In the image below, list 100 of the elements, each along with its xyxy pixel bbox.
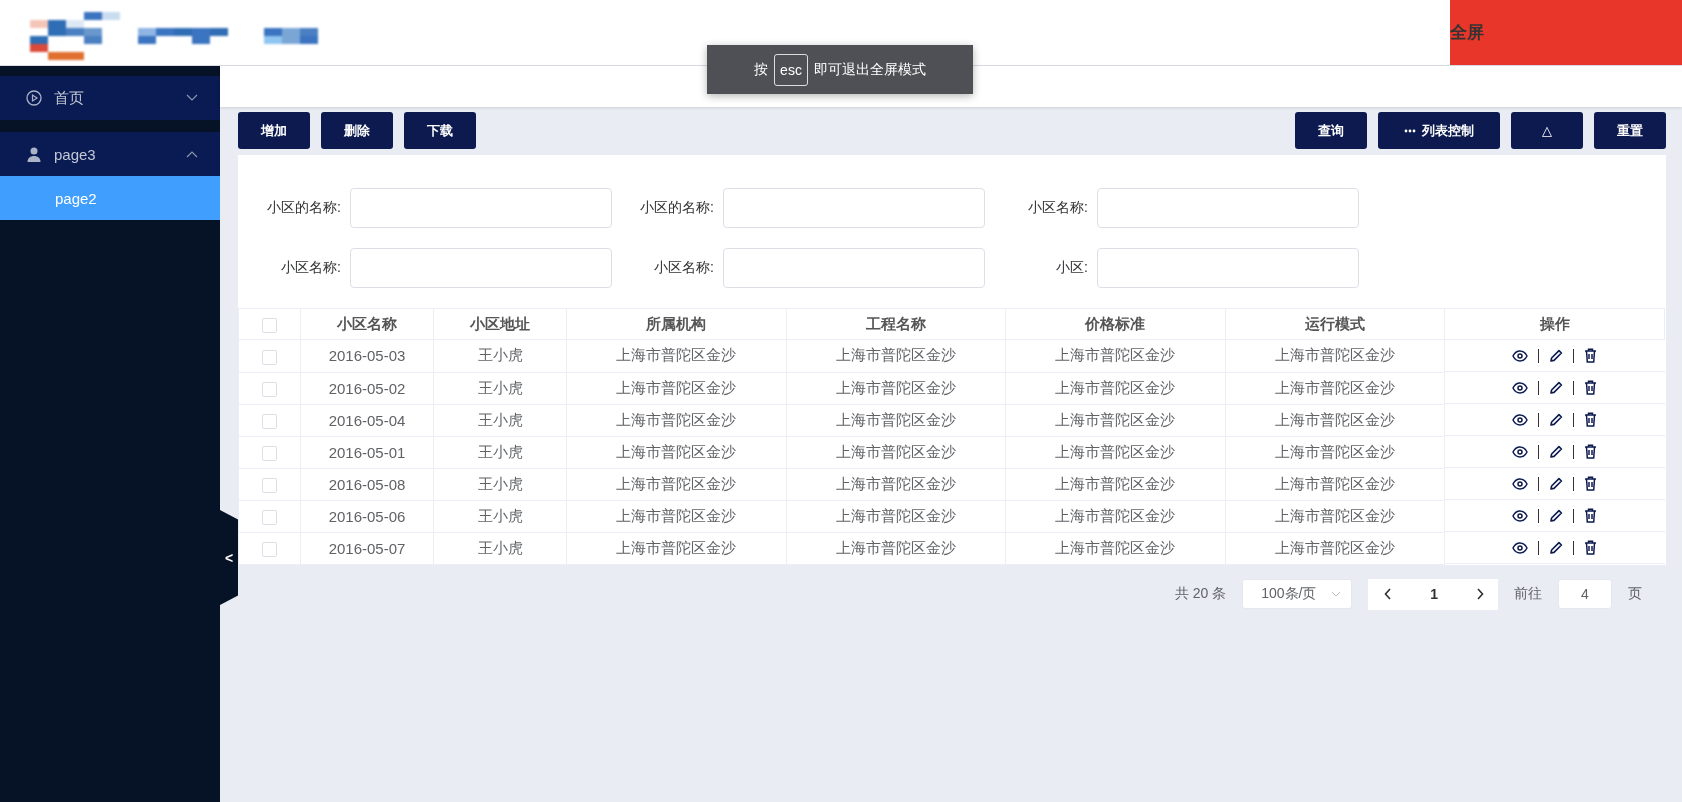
table-cell: 上海市普陀区金沙 bbox=[566, 436, 787, 468]
view-icon[interactable] bbox=[1512, 445, 1529, 458]
input-field[interactable] bbox=[1097, 188, 1359, 228]
table-cell: 2016-05-07 bbox=[300, 532, 434, 564]
chevron-down-icon bbox=[1331, 591, 1342, 597]
table-cell: 上海市普陀区金沙 bbox=[1005, 532, 1226, 564]
toolbar-button[interactable]: 列表控制 bbox=[1378, 112, 1500, 149]
page-size-select[interactable]: 100条/页 bbox=[1242, 579, 1353, 609]
input-field[interactable] bbox=[350, 188, 612, 228]
table-cell: 王小虎 bbox=[433, 372, 567, 404]
view-icon[interactable] bbox=[1512, 477, 1529, 490]
table-cell: 2016-05-06 bbox=[300, 500, 434, 532]
table-cell: 上海市普陀区金沙 bbox=[566, 339, 787, 372]
field-label: 小区: bbox=[1056, 259, 1088, 277]
table-cell: 王小虎 bbox=[433, 339, 567, 372]
edit-icon[interactable] bbox=[1549, 508, 1564, 523]
table-cell: 2016-05-03 bbox=[300, 339, 434, 372]
view-icon[interactable] bbox=[1512, 509, 1529, 522]
field-label: 小区名称: bbox=[1028, 199, 1088, 217]
row-checkbox[interactable] bbox=[262, 541, 277, 557]
delete-icon[interactable] bbox=[1584, 444, 1598, 459]
delete-icon[interactable] bbox=[1584, 412, 1598, 427]
table-cell: 王小虎 bbox=[433, 500, 567, 532]
current-page[interactable]: 1 bbox=[1430, 586, 1438, 602]
table-cell: 上海市普陀区金沙 bbox=[566, 500, 787, 532]
input-field[interactable] bbox=[723, 188, 985, 228]
delete-icon[interactable] bbox=[1584, 348, 1598, 363]
edit-icon[interactable] bbox=[1549, 412, 1564, 427]
table-cell: 上海市普陀区金沙 bbox=[1005, 404, 1226, 436]
table-cell: 上海市普陀区金沙 bbox=[1005, 500, 1226, 532]
field-label: 小区名称: bbox=[654, 259, 714, 277]
table-cell: 上海市普陀区金沙 bbox=[1225, 436, 1445, 468]
row-checkbox[interactable] bbox=[262, 349, 277, 365]
row-checkbox[interactable] bbox=[262, 477, 277, 493]
more-icon bbox=[1404, 128, 1416, 133]
table-cell: 上海市普陀区金沙 bbox=[566, 468, 787, 500]
edit-icon[interactable] bbox=[1549, 540, 1564, 555]
view-icon[interactable] bbox=[1512, 541, 1529, 554]
column-header: 小区地址 bbox=[433, 308, 567, 340]
field-label: 小区名称: bbox=[281, 259, 341, 277]
next-page-icon[interactable] bbox=[1476, 588, 1484, 600]
collapse-handle[interactable]: < bbox=[220, 510, 238, 605]
row-checkbox[interactable] bbox=[262, 445, 277, 461]
delete-icon[interactable] bbox=[1584, 540, 1598, 555]
toolbar-button[interactable]: 查询 bbox=[1295, 112, 1367, 149]
table-cell: 上海市普陀区金沙 bbox=[1005, 339, 1226, 372]
toolbar-button[interactable]: 增加 bbox=[238, 112, 310, 149]
table-cell: 上海市普陀区金沙 bbox=[786, 532, 1006, 564]
toolbar-button[interactable]: 删除 bbox=[321, 112, 393, 149]
table-cell: 上海市普陀区金沙 bbox=[786, 404, 1006, 436]
table-cell: 上海市普陀区金沙 bbox=[786, 468, 1006, 500]
view-icon[interactable] bbox=[1512, 381, 1529, 394]
column-header: 所属机构 bbox=[566, 308, 787, 340]
column-header: 工程名称 bbox=[786, 308, 1006, 340]
input-field[interactable] bbox=[350, 248, 612, 288]
select-all-checkbox[interactable] bbox=[262, 317, 277, 333]
delete-icon[interactable] bbox=[1584, 508, 1598, 523]
toolbar-button[interactable]: 下载 bbox=[404, 112, 476, 149]
table-cell: 上海市普陀区金沙 bbox=[1225, 532, 1445, 564]
table-cell: 上海市普陀区金沙 bbox=[786, 339, 1006, 372]
table-cell: 上海市普陀区金沙 bbox=[1005, 372, 1226, 404]
field-label: 小区的名称: bbox=[640, 199, 714, 217]
table-cell: 上海市普陀区金沙 bbox=[566, 372, 787, 404]
edit-icon[interactable] bbox=[1549, 476, 1564, 491]
chevron-up-icon bbox=[186, 150, 198, 158]
table-cell: 上海市普陀区金沙 bbox=[1005, 436, 1226, 468]
table-cell: 上海市普陀区金沙 bbox=[1225, 500, 1445, 532]
edit-icon[interactable] bbox=[1549, 380, 1564, 395]
column-header: 运行模式 bbox=[1225, 308, 1445, 340]
table-cell: 2016-05-04 bbox=[300, 404, 434, 436]
total-count: 共 20 条 bbox=[1174, 585, 1227, 603]
view-icon[interactable] bbox=[1512, 413, 1529, 426]
table-cell: 上海市普陀区金沙 bbox=[1225, 404, 1445, 436]
table-cell: 2016-05-02 bbox=[300, 372, 434, 404]
row-checkbox[interactable] bbox=[262, 413, 277, 429]
table-cell: 2016-05-01 bbox=[300, 436, 434, 468]
table-cell: 王小虎 bbox=[433, 532, 567, 564]
view-icon[interactable] bbox=[1512, 349, 1529, 362]
table-cell: 上海市普陀区金沙 bbox=[1225, 339, 1445, 372]
delete-icon[interactable] bbox=[1584, 476, 1598, 491]
menu-item[interactable]: 首页 bbox=[0, 76, 220, 120]
prev-page-icon[interactable] bbox=[1384, 588, 1393, 600]
field-label: 小区的名称: bbox=[267, 199, 341, 217]
toast-text: 即可退出全屏模式 bbox=[813, 60, 926, 79]
toolbar-button[interactable]: △ bbox=[1511, 112, 1583, 149]
table-cell: 上海市普陀区金沙 bbox=[786, 372, 1006, 404]
play-icon bbox=[26, 90, 42, 106]
table-cell: 上海市普陀区金沙 bbox=[1225, 468, 1445, 500]
toolbar-button[interactable]: 重置 bbox=[1594, 112, 1666, 149]
input-field[interactable] bbox=[723, 248, 985, 288]
edit-icon[interactable] bbox=[1549, 444, 1564, 459]
edit-icon[interactable] bbox=[1549, 348, 1564, 363]
delete-icon[interactable] bbox=[1584, 380, 1598, 395]
table-cell: 上海市普陀区金沙 bbox=[1005, 468, 1226, 500]
esc-key: esc bbox=[774, 53, 808, 86]
input-field[interactable] bbox=[1097, 248, 1359, 288]
goto-page-field[interactable]: 4 bbox=[1558, 579, 1612, 609]
menu-item[interactable]: page3 bbox=[0, 132, 220, 176]
row-checkbox[interactable] bbox=[262, 509, 277, 525]
row-checkbox[interactable] bbox=[262, 381, 277, 397]
